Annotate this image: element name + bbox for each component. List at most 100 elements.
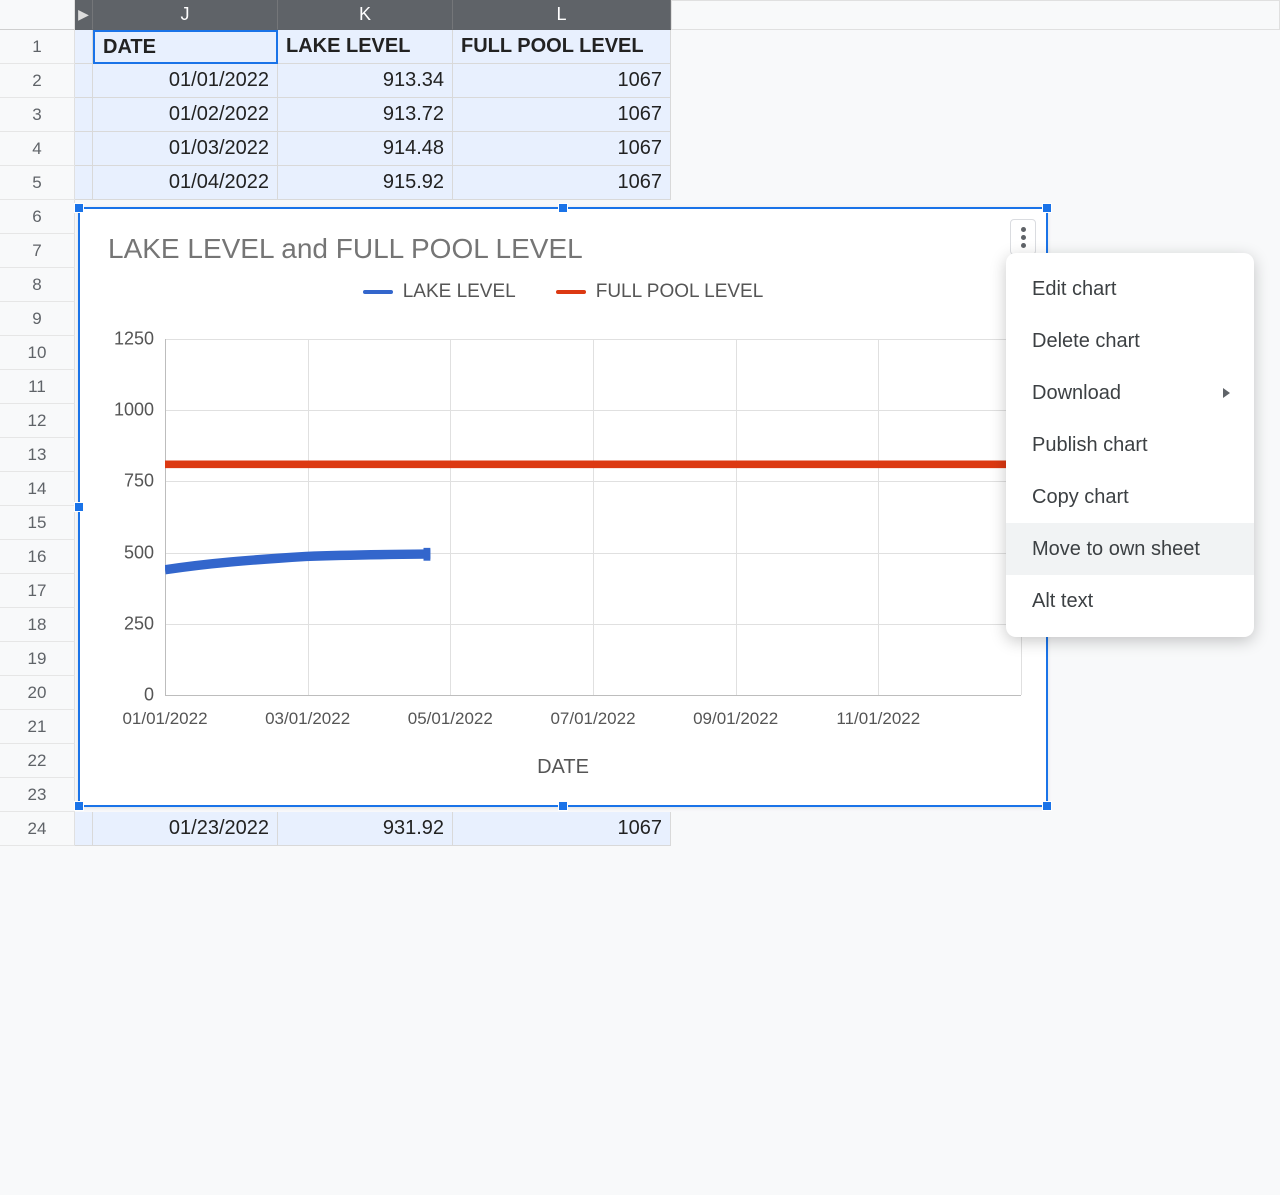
menu-item-copy-chart[interactable]: Copy chart (1006, 471, 1254, 523)
row-header[interactable]: 15 (0, 506, 75, 540)
cell[interactable]: 01/04/2022 (93, 166, 278, 200)
y-tick-label: 500 (124, 542, 154, 563)
row-header[interactable]: 5 (0, 166, 75, 200)
row-header[interactable]: 10 (0, 336, 75, 370)
row-header[interactable]: 22 (0, 744, 75, 778)
row-header[interactable]: 3 (0, 98, 75, 132)
x-tick-label: 09/01/2022 (693, 709, 778, 729)
row-header[interactable]: 13 (0, 438, 75, 472)
chart-title: LAKE LEVEL and FULL POOL LEVEL (80, 209, 1046, 273)
legend-label: FULL POOL LEVEL (596, 281, 764, 303)
row-header[interactable]: 9 (0, 302, 75, 336)
menu-item-download[interactable]: Download (1006, 367, 1254, 419)
cell[interactable]: 01/03/2022 (93, 132, 278, 166)
table-row: 2 01/01/2022 913.34 1067 (0, 64, 1280, 98)
cell-header-lake[interactable]: LAKE LEVEL (278, 30, 453, 64)
chart-x-axis-title: DATE (80, 756, 1046, 779)
row-header[interactable]: 17 (0, 574, 75, 608)
row-header[interactable]: 11 (0, 370, 75, 404)
column-header-expand[interactable]: ▶ (75, 0, 93, 30)
legend-item: LAKE LEVEL (363, 281, 516, 303)
y-tick-label: 750 (124, 471, 154, 492)
row-header[interactable]: 1 (0, 30, 75, 64)
menu-item-edit-chart[interactable]: Edit chart (1006, 263, 1254, 315)
row-header[interactable]: 16 (0, 540, 75, 574)
legend-label: LAKE LEVEL (403, 281, 516, 303)
resize-handle[interactable] (74, 203, 84, 213)
row-header[interactable]: 4 (0, 132, 75, 166)
y-tick-label: 250 (124, 613, 154, 634)
legend-swatch-icon (556, 290, 586, 294)
gutter-cell (75, 812, 93, 846)
table-row: 1 DATE LAKE LEVEL FULL POOL LEVEL (0, 30, 1280, 64)
cell[interactable]: 1067 (453, 98, 671, 132)
cell[interactable]: 01/01/2022 (93, 64, 278, 98)
cell[interactable]: 913.72 (278, 98, 453, 132)
y-tick-label: 1250 (114, 329, 154, 350)
row-header[interactable]: 12 (0, 404, 75, 438)
row-header[interactable]: 8 (0, 268, 75, 302)
gutter-cell (75, 30, 93, 64)
chart-x-axis: 01/01/2022 03/01/2022 05/01/2022 07/01/2… (165, 709, 1021, 733)
chart-legend: LAKE LEVEL FULL POOL LEVEL (80, 281, 1046, 303)
row-header[interactable]: 23 (0, 778, 75, 812)
x-tick-label: 01/01/2022 (122, 709, 207, 729)
corner-cell[interactable] (0, 0, 75, 30)
row-header[interactable]: 14 (0, 472, 75, 506)
resize-handle[interactable] (1042, 801, 1052, 811)
table-row: 5 01/04/2022 915.92 1067 (0, 166, 1280, 200)
y-tick-label: 1000 (114, 400, 154, 421)
column-header-row: ▶ J K L (0, 0, 1280, 30)
row-header[interactable]: 18 (0, 608, 75, 642)
menu-item-delete-chart[interactable]: Delete chart (1006, 315, 1254, 367)
embedded-chart[interactable]: LAKE LEVEL and FULL POOL LEVEL LAKE LEVE… (78, 207, 1048, 807)
cell[interactable]: 913.34 (278, 64, 453, 98)
column-header-empty (671, 0, 1280, 30)
resize-handle[interactable] (74, 801, 84, 811)
resize-handle[interactable] (1042, 203, 1052, 213)
y-tick-label: 0 (144, 685, 154, 706)
row-header[interactable]: 6 (0, 200, 75, 234)
chevron-right-icon (1223, 388, 1230, 398)
gutter-cell (75, 64, 93, 98)
row-header[interactable]: 2 (0, 64, 75, 98)
legend-item: FULL POOL LEVEL (556, 281, 764, 303)
gutter-cell (75, 132, 93, 166)
menu-item-move-to-own-sheet[interactable]: Move to own sheet (1006, 523, 1254, 575)
x-tick-label: 11/01/2022 (836, 709, 920, 729)
cell[interactable]: 915.92 (278, 166, 453, 200)
chart-menu-button[interactable] (1010, 219, 1036, 255)
kebab-menu-icon (1021, 227, 1026, 248)
row-header[interactable]: 20 (0, 676, 75, 710)
row-header[interactable]: 19 (0, 642, 75, 676)
cell[interactable]: 1067 (453, 64, 671, 98)
chart-plot-area: 1250 1000 750 500 250 0 (165, 339, 1021, 695)
gutter-cell (75, 98, 93, 132)
cell-header-date[interactable]: DATE (93, 30, 278, 64)
menu-item-alt-text[interactable]: Alt text (1006, 575, 1254, 627)
x-tick-label: 05/01/2022 (408, 709, 493, 729)
cell[interactable]: 1067 (453, 132, 671, 166)
chart-y-axis: 1250 1000 750 500 250 0 (100, 339, 160, 695)
column-header-l[interactable]: L (453, 0, 671, 30)
chart-context-menu: Edit chart Delete chart Download Publish… (1006, 253, 1254, 637)
row-header[interactable]: 24 (0, 812, 75, 846)
cell[interactable]: 01/02/2022 (93, 98, 278, 132)
gutter-cell (75, 166, 93, 200)
table-row: 3 01/02/2022 913.72 1067 (0, 98, 1280, 132)
column-header-k[interactable]: K (278, 0, 453, 30)
resize-handle[interactable] (558, 203, 568, 213)
column-header-j[interactable]: J (93, 0, 278, 30)
x-tick-label: 07/01/2022 (550, 709, 635, 729)
menu-item-publish-chart[interactable]: Publish chart (1006, 419, 1254, 471)
resize-handle[interactable] (74, 502, 84, 512)
spreadsheet-area: ▶ J K L 1 DATE LAKE LEVEL FULL POOL LEVE… (0, 0, 1280, 849)
cell[interactable]: 1067 (453, 166, 671, 200)
row-header[interactable]: 21 (0, 710, 75, 744)
x-tick-label: 03/01/2022 (265, 709, 350, 729)
legend-swatch-icon (363, 290, 393, 294)
cell[interactable]: 914.48 (278, 132, 453, 166)
row-header[interactable]: 7 (0, 234, 75, 268)
cell-header-pool[interactable]: FULL POOL LEVEL (453, 30, 671, 64)
table-row: 4 01/03/2022 914.48 1067 (0, 132, 1280, 166)
